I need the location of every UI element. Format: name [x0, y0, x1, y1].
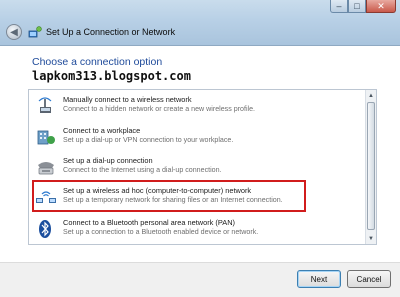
back-button[interactable]: ◀	[6, 24, 22, 40]
option-workplace[interactable]: Connect to a workplace Set up a dial-up …	[33, 124, 363, 152]
cancel-button[interactable]: Cancel	[347, 270, 391, 288]
close-button[interactable]: ✕	[366, 0, 396, 13]
scroll-down-icon[interactable]: ▼	[366, 233, 376, 244]
title-bar: – □ ✕ ◀ Set Up a Connection or Network	[0, 0, 400, 46]
bluetooth-icon	[39, 220, 51, 238]
network-setup-icon	[28, 26, 42, 38]
watermark-text: lapkom313.blogspot.com	[32, 69, 191, 83]
list-scrollbar[interactable]: ▲ ▼	[365, 90, 376, 244]
window-title: Set Up a Connection or Network	[46, 27, 176, 37]
workplace-icon	[37, 130, 55, 145]
scroll-thumb[interactable]	[367, 102, 375, 230]
option-description: Connect to the Internet using a dial-up …	[63, 166, 222, 174]
back-arrow-icon: ◀	[10, 26, 18, 38]
option-description: Set up a dial-up or VPN connection to yo…	[63, 136, 234, 144]
option-description: Set up a connection to a Bluetooth enabl…	[63, 228, 259, 236]
wireless-network-icon	[38, 97, 52, 113]
scroll-up-icon[interactable]: ▲	[366, 90, 376, 101]
dialup-modem-icon	[38, 162, 54, 175]
highlight-annotation-box	[32, 180, 306, 212]
option-description: Connect to a hidden network or create a …	[63, 105, 256, 113]
option-title: Set up a dial-up connection	[63, 156, 153, 165]
option-title: Connect to a Bluetooth personal area net…	[63, 218, 235, 227]
minimize-button[interactable]: –	[330, 0, 348, 13]
option-title: Connect to a workplace	[63, 126, 141, 135]
option-manual-wireless[interactable]: Manually connect to a wireless network C…	[33, 93, 363, 121]
page-heading: Choose a connection option	[32, 56, 163, 68]
window-controls: – □ ✕	[330, 0, 396, 14]
connection-options-list: Manually connect to a wireless network C…	[28, 89, 377, 245]
maximize-button[interactable]: □	[348, 0, 366, 13]
option-title: Manually connect to a wireless network	[63, 95, 192, 104]
option-bluetooth-pan[interactable]: Connect to a Bluetooth personal area net…	[33, 216, 363, 244]
next-button[interactable]: Next	[297, 270, 341, 288]
option-dialup[interactable]: Set up a dial-up connection Connect to t…	[33, 154, 363, 182]
